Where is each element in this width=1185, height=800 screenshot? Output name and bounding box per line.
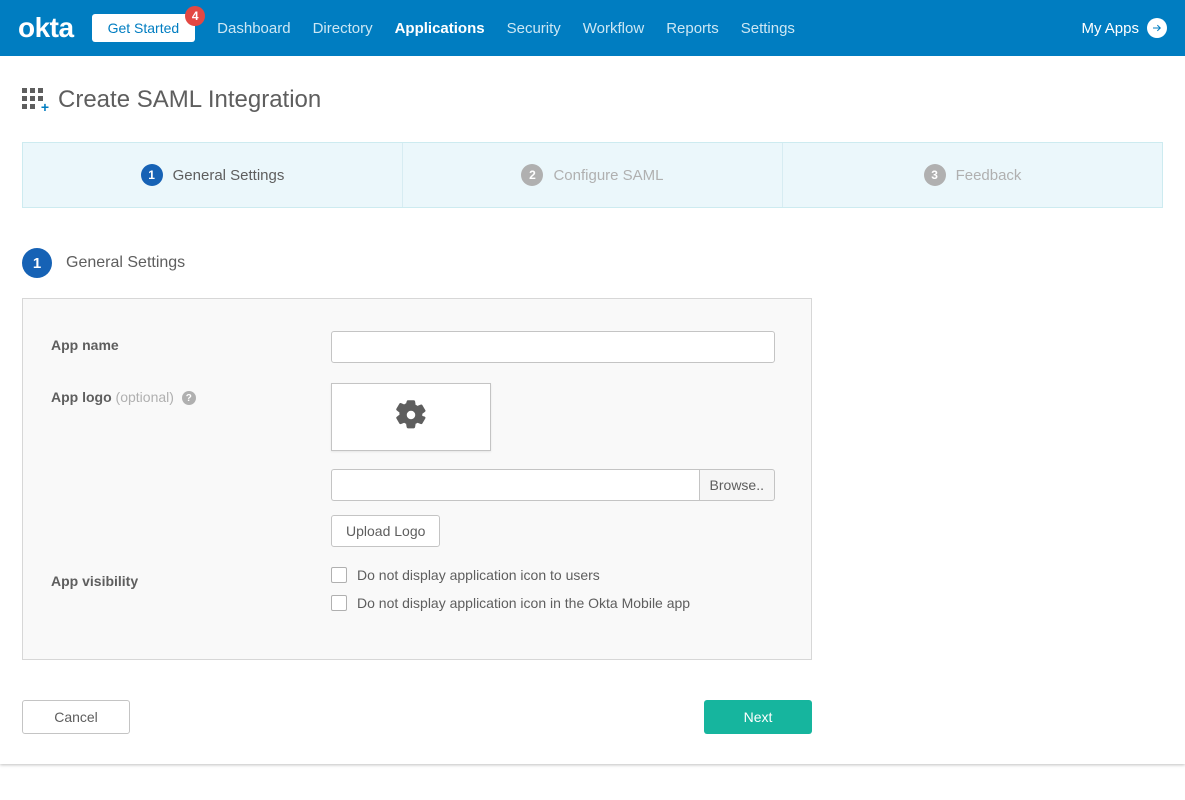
get-started-button[interactable]: Get Started 4 <box>92 14 196 42</box>
nav-settings[interactable]: Settings <box>741 20 795 37</box>
my-apps-link[interactable]: My Apps <box>1081 18 1167 38</box>
my-apps-label: My Apps <box>1081 20 1139 37</box>
app-visibility-label: App visibility <box>51 567 331 589</box>
footer-buttons: Cancel Next <box>22 700 812 734</box>
wizard-step-label: Configure SAML <box>553 167 663 184</box>
general-settings-panel: App name App logo (optional) ? <box>22 298 812 660</box>
wizard-step-label: General Settings <box>173 167 285 184</box>
get-started-badge: 4 <box>185 6 205 26</box>
app-grid-plus-icon: + <box>22 88 46 112</box>
gear-icon <box>394 398 428 437</box>
nav-directory[interactable]: Directory <box>313 20 373 37</box>
visibility-option-users-label: Do not display application icon to users <box>357 567 600 583</box>
wizard-step-feedback[interactable]: 3 Feedback <box>783 143 1162 207</box>
okta-logo: okta <box>18 12 74 44</box>
visibility-checkbox-users[interactable] <box>331 567 347 583</box>
upload-logo-button[interactable]: Upload Logo <box>331 515 440 547</box>
logo-file-path-input[interactable] <box>331 469 699 501</box>
wizard-step-label: Feedback <box>956 167 1022 184</box>
step-number-badge: 1 <box>22 248 52 278</box>
help-icon[interactable]: ? <box>182 391 196 405</box>
visibility-checkbox-mobile[interactable] <box>331 595 347 611</box>
page-title: Create SAML Integration <box>58 86 321 114</box>
nav-reports[interactable]: Reports <box>666 20 719 37</box>
browse-button[interactable]: Browse.. <box>699 469 775 501</box>
nav-items: Dashboard Directory Applications Securit… <box>217 20 795 37</box>
wizard-nav: 1 General Settings 2 Configure SAML 3 Fe… <box>22 142 1163 208</box>
step-header: 1 General Settings <box>22 248 1163 278</box>
app-name-input[interactable] <box>331 331 775 363</box>
arrow-right-circle-icon <box>1147 18 1167 38</box>
logo-preview <box>331 383 491 451</box>
nav-workflow[interactable]: Workflow <box>583 20 644 37</box>
next-button[interactable]: Next <box>704 700 812 734</box>
nav-dashboard[interactable]: Dashboard <box>217 20 290 37</box>
step-title: General Settings <box>66 254 185 272</box>
nav-applications[interactable]: Applications <box>395 20 485 37</box>
app-logo-label: App logo (optional) ? <box>51 383 331 405</box>
wizard-step-num: 1 <box>141 164 163 186</box>
app-name-label: App name <box>51 331 331 353</box>
wizard-step-num: 3 <box>924 164 946 186</box>
visibility-option-mobile-label: Do not display application icon in the O… <box>357 595 690 611</box>
visibility-option-mobile[interactable]: Do not display application icon in the O… <box>331 595 775 611</box>
visibility-option-users[interactable]: Do not display application icon to users <box>331 567 775 583</box>
wizard-step-num: 2 <box>521 164 543 186</box>
nav-security[interactable]: Security <box>507 20 561 37</box>
get-started-label: Get Started <box>108 20 180 36</box>
cancel-button[interactable]: Cancel <box>22 700 130 734</box>
wizard-step-general-settings[interactable]: 1 General Settings <box>23 143 403 207</box>
page-title-row: + Create SAML Integration <box>22 86 1163 114</box>
wizard-step-configure-saml[interactable]: 2 Configure SAML <box>403 143 783 207</box>
topnav: okta Get Started 4 Dashboard Directory A… <box>0 0 1185 56</box>
